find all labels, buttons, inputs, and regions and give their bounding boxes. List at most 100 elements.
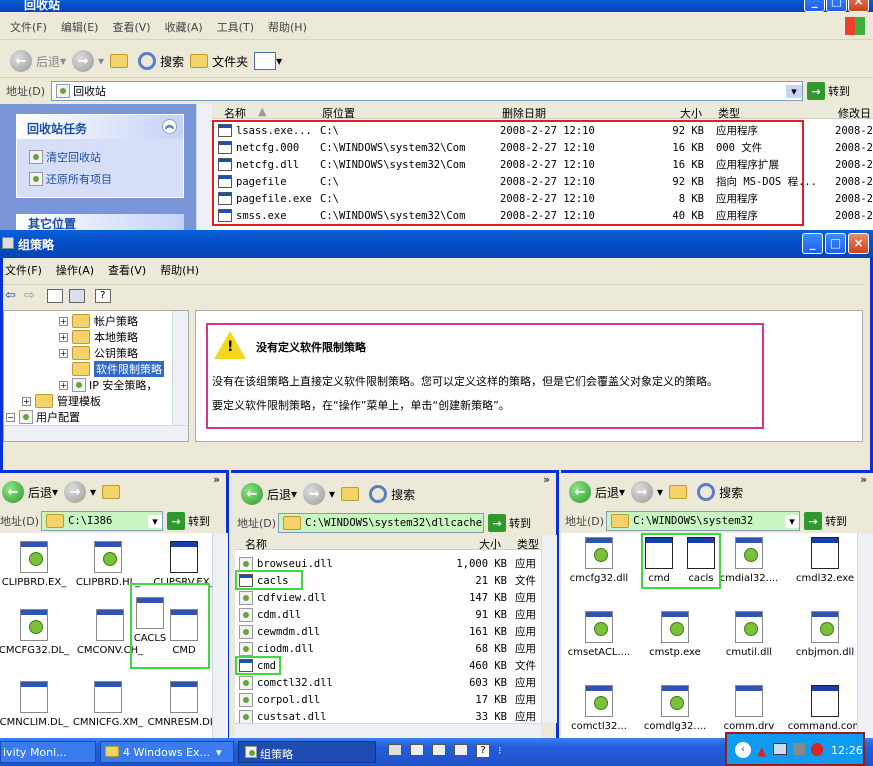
- pane3-scrollbar[interactable]: [857, 533, 873, 741]
- pane3-search-button[interactable]: 搜索: [697, 477, 743, 507]
- dllcache-file-row[interactable]: cdfview.dll 147 KB 应用: [235, 589, 541, 606]
- menu-tools[interactable]: 工具(T): [217, 19, 254, 39]
- tree-public-key-policy[interactable]: + 公钥策略: [59, 345, 138, 361]
- taskbar-item-group-policy[interactable]: 组策略: [238, 741, 376, 763]
- col-size[interactable]: 大小: [479, 536, 501, 552]
- file-icon[interactable]: comctl32...: [561, 685, 637, 732]
- pane2-go-button[interactable]: → 转到: [488, 514, 531, 532]
- tree-software-restriction[interactable]: 软件限制策略: [72, 361, 164, 377]
- pane2-forward-button[interactable]: → ▾: [303, 479, 335, 509]
- file-icon[interactable]: cmutil.dll: [711, 611, 787, 658]
- pane2-hscroll[interactable]: [235, 723, 541, 739]
- pane2-vscroll[interactable]: [541, 535, 557, 723]
- file-icon[interactable]: CLIPBRD.EX_: [0, 541, 72, 588]
- up-folder-button[interactable]: [110, 46, 132, 76]
- gp-tree-hscroll[interactable]: [4, 425, 188, 441]
- file-icon[interactable]: cmdl32.exe: [787, 537, 863, 584]
- pane1-scrollbar[interactable]: [212, 533, 228, 741]
- search-button[interactable]: 搜索: [138, 46, 184, 76]
- task-empty-bin[interactable]: 清空回收站: [29, 149, 183, 165]
- file-icon[interactable]: CLIPBRD.HL_: [70, 541, 146, 588]
- file-icon[interactable]: CMNRESM.DL_: [146, 681, 212, 728]
- taskbar-item-explorer-group[interactable]: 4 Windows Ex... ▾: [100, 741, 234, 763]
- file-icon[interactable]: CMCFG32.DL_: [0, 609, 72, 656]
- maximize-button[interactable]: □: [826, 0, 847, 12]
- edit-icon[interactable]: [454, 744, 468, 756]
- tool-icon[interactable]: [432, 744, 446, 756]
- pane1-back-button[interactable]: ← 后退 ▾: [2, 477, 58, 507]
- file-icon[interactable]: command.com: [787, 685, 863, 732]
- menu-view[interactable]: 查看(V): [112, 19, 150, 39]
- col-type[interactable]: 类型: [718, 105, 740, 121]
- menu-file[interactable]: 文件(F): [10, 19, 47, 39]
- dllcache-file-row[interactable]: custsat.dll 33 KB 应用: [235, 708, 541, 723]
- menu-help[interactable]: 帮助(H): [268, 19, 307, 39]
- pane3-more[interactable]: »: [860, 473, 867, 486]
- gp-forward-icon[interactable]: ⇨: [24, 288, 35, 303]
- pane1-go-button[interactable]: → 转到: [167, 512, 210, 530]
- col-date[interactable]: 删除日期: [502, 105, 546, 121]
- file-icon[interactable]: comdlg32....: [637, 685, 713, 732]
- col-size[interactable]: 大小: [680, 105, 702, 121]
- tree-admin-templates[interactable]: + 管理模板: [22, 393, 101, 409]
- col-type[interactable]: 类型: [517, 536, 539, 552]
- file-icon[interactable]: CMNICFG.XM_: [70, 681, 146, 728]
- pane2-more[interactable]: »: [543, 473, 550, 486]
- minimize-button[interactable]: _: [804, 0, 825, 12]
- gp-maximize-button[interactable]: □: [825, 233, 846, 254]
- help-icon[interactable]: ?: [476, 744, 490, 758]
- tray-network-icon[interactable]: [773, 743, 787, 755]
- recycle-tasks-header[interactable]: 回收站任务 ︽: [17, 115, 183, 139]
- pane1-forward-button[interactable]: → ▾: [64, 477, 96, 507]
- gp-show-tree-icon[interactable]: [68, 288, 85, 303]
- tray-volume-icon[interactable]: [793, 743, 805, 755]
- pane3-go-button[interactable]: → 转到: [804, 512, 847, 530]
- pane2-back-button[interactable]: ← 后退 ▾: [241, 479, 297, 509]
- col-modified[interactable]: 修改日: [838, 105, 871, 121]
- address-input[interactable]: 回收站 ▾: [51, 81, 804, 101]
- task-restore-all[interactable]: 还原所有项目: [29, 171, 183, 187]
- col-name[interactable]: 名称: [224, 105, 246, 121]
- tray-alert-icon[interactable]: ▲: [757, 744, 766, 758]
- tree-user-config[interactable]: − 用户配置: [6, 409, 80, 425]
- tree-local-policy[interactable]: + 本地策略: [59, 329, 138, 345]
- dllcache-file-row[interactable]: corpol.dll 17 KB 应用: [235, 691, 541, 708]
- folders-button[interactable]: 文件夹: [190, 46, 248, 76]
- pane3-back-button[interactable]: ← 后退 ▾: [569, 477, 625, 507]
- file-icon[interactable]: cmsetACL....: [561, 611, 637, 658]
- dllcache-file-row[interactable]: ciodm.dll 68 KB 应用: [235, 640, 541, 657]
- pane1-address-input[interactable]: C:\I386 ▾: [41, 511, 164, 531]
- file-icon[interactable]: CMNCLIM.DL_: [0, 681, 72, 728]
- pane3-address-input[interactable]: C:\WINDOWS\system32 ▾: [606, 511, 801, 531]
- back-button[interactable]: ← 后退 ▾: [10, 46, 66, 76]
- keyboard-icon[interactable]: [388, 744, 402, 756]
- pane2-search-button[interactable]: 搜索: [369, 479, 415, 509]
- pane1-up-button[interactable]: [102, 477, 124, 507]
- gp-tree-vscroll[interactable]: [172, 311, 188, 425]
- tree-ip-security[interactable]: + IP 安全策略，: [59, 377, 157, 393]
- file-icon[interactable]: comm.drv: [711, 685, 787, 732]
- tray-expand-icon[interactable]: ‹: [735, 742, 751, 758]
- gp-menu-action[interactable]: 操作(A): [56, 262, 94, 282]
- go-button[interactable]: → 转到: [807, 82, 850, 100]
- options-icon[interactable]: ⁝: [498, 744, 502, 758]
- file-icon[interactable]: cmstp.exe: [637, 611, 713, 658]
- dllcache-file-row[interactable]: comctl32.dll 603 KB 应用: [235, 674, 541, 691]
- pen-icon[interactable]: [410, 744, 424, 756]
- dllcache-file-row[interactable]: cewmdm.dll 161 KB 应用: [235, 623, 541, 640]
- col-name[interactable]: 名称: [245, 536, 267, 552]
- taskbar-item-activity[interactable]: ivity Moni...: [0, 741, 96, 763]
- menu-edit[interactable]: 编辑(E): [61, 19, 99, 39]
- gp-back-icon[interactable]: ⇦: [5, 288, 16, 303]
- gp-minimize-button[interactable]: _: [802, 233, 823, 254]
- file-icon[interactable]: cmdial32....: [711, 537, 787, 584]
- file-icon[interactable]: CLIPSRV.EX_: [146, 541, 212, 588]
- gp-help-icon[interactable]: ?: [94, 288, 111, 303]
- forward-button[interactable]: → ▾: [72, 46, 104, 76]
- gp-close-button[interactable]: ×: [848, 233, 869, 254]
- gp-menu-help[interactable]: 帮助(H): [160, 262, 199, 282]
- file-icon[interactable]: cnbjmon.dll: [787, 611, 863, 658]
- menu-favorites[interactable]: 收藏(A): [165, 19, 203, 39]
- tray-security-icon[interactable]: [811, 743, 823, 756]
- pane2-address-input[interactable]: C:\WINDOWS\system32\dllcache: [278, 513, 485, 533]
